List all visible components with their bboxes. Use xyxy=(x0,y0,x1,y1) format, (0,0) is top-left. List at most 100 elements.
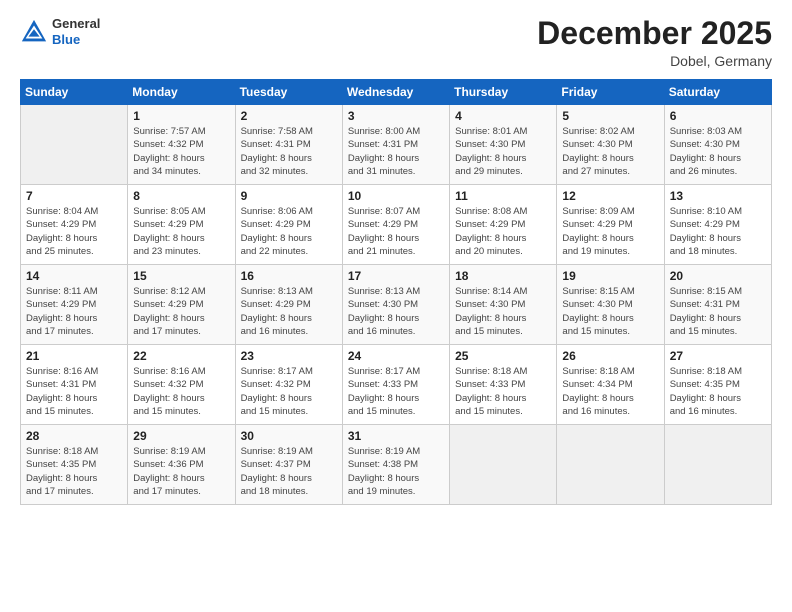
day-cell: 30 Sunrise: 8:19 AM Sunset: 4:37 PM Dayli… xyxy=(235,425,342,505)
day-info: Sunrise: 8:02 AM Sunset: 4:30 PM Dayligh… xyxy=(562,125,658,178)
day-cell: 5 Sunrise: 8:02 AM Sunset: 4:30 PM Daylig… xyxy=(557,105,664,185)
week-row-4: 21 Sunrise: 8:16 AM Sunset: 4:31 PM Dayli… xyxy=(21,345,772,425)
day-info: Sunrise: 8:13 AM Sunset: 4:30 PM Dayligh… xyxy=(348,285,444,338)
day-number: 12 xyxy=(562,189,658,203)
day-cell: 3Sunrise: 8:00 AM Sunset: 4:31 PM Daylig… xyxy=(342,105,449,185)
day-number: 21 xyxy=(26,349,122,363)
day-info: Sunrise: 8:16 AM Sunset: 4:31 PM Dayligh… xyxy=(26,365,122,418)
day-number: 29 xyxy=(133,429,229,443)
day-cell: 31Sunrise: 8:19 AM Sunset: 4:38 PM Dayli… xyxy=(342,425,449,505)
day-number: 30 xyxy=(241,429,337,443)
day-cell: 7 Sunrise: 8:04 AM Sunset: 4:29 PM Daylig… xyxy=(21,185,128,265)
calendar-table: SundayMondayTuesdayWednesdayThursdayFrid… xyxy=(20,79,772,505)
day-number: 2 xyxy=(241,109,337,123)
day-cell: 10 Sunrise: 8:07 AM Sunset: 4:29 PM Dayli… xyxy=(342,185,449,265)
day-info: Sunrise: 8:09 AM Sunset: 4:29 PM Dayligh… xyxy=(562,205,658,258)
day-info: Sunrise: 8:08 AM Sunset: 4:29 PM Dayligh… xyxy=(455,205,551,258)
header: General Blue December 2025 Dobel, German… xyxy=(20,16,772,69)
day-number: 22 xyxy=(133,349,229,363)
day-info: Sunrise: 8:18 AM Sunset: 4:35 PM Dayligh… xyxy=(26,445,122,498)
day-cell: 1 Sunrise: 7:57 AM Sunset: 4:32 PM Daylig… xyxy=(128,105,235,185)
calendar-subtitle: Dobel, Germany xyxy=(537,53,772,69)
day-number: 8 xyxy=(133,189,229,203)
day-info: Sunrise: 8:18 AM Sunset: 4:33 PM Dayligh… xyxy=(455,365,551,418)
week-row-2: 7 Sunrise: 8:04 AM Sunset: 4:29 PM Daylig… xyxy=(21,185,772,265)
day-cell: 13 Sunrise: 8:10 AM Sunset: 4:29 PM Dayli… xyxy=(664,185,771,265)
calendar-title: December 2025 xyxy=(537,16,772,51)
day-info: Sunrise: 8:03 AM Sunset: 4:30 PM Dayligh… xyxy=(670,125,766,178)
day-cell xyxy=(450,425,557,505)
logo: General Blue xyxy=(20,16,100,47)
day-info: Sunrise: 8:05 AM Sunset: 4:29 PM Dayligh… xyxy=(133,205,229,258)
day-cell: 23Sunrise: 8:17 AM Sunset: 4:32 PM Dayli… xyxy=(235,345,342,425)
day-info: Sunrise: 8:10 AM Sunset: 4:29 PM Dayligh… xyxy=(670,205,766,258)
day-info: Sunrise: 7:58 AM Sunset: 4:31 PM Dayligh… xyxy=(241,125,337,178)
day-cell: 6 Sunrise: 8:03 AM Sunset: 4:30 PM Daylig… xyxy=(664,105,771,185)
title-block: December 2025 Dobel, Germany xyxy=(537,16,772,69)
day-cell xyxy=(21,105,128,185)
day-cell: 2 Sunrise: 7:58 AM Sunset: 4:31 PM Daylig… xyxy=(235,105,342,185)
day-info: Sunrise: 8:15 AM Sunset: 4:31 PM Dayligh… xyxy=(670,285,766,338)
calendar-page: General Blue December 2025 Dobel, German… xyxy=(0,0,792,612)
day-number: 1 xyxy=(133,109,229,123)
day-number: 10 xyxy=(348,189,444,203)
day-info: Sunrise: 8:19 AM Sunset: 4:36 PM Dayligh… xyxy=(133,445,229,498)
day-number: 14 xyxy=(26,269,122,283)
logo-blue: Blue xyxy=(52,32,100,48)
day-info: Sunrise: 8:17 AM Sunset: 4:33 PM Dayligh… xyxy=(348,365,444,418)
day-number: 4 xyxy=(455,109,551,123)
weekday-monday: Monday xyxy=(128,80,235,105)
day-info: Sunrise: 8:06 AM Sunset: 4:29 PM Dayligh… xyxy=(241,205,337,258)
weekday-wednesday: Wednesday xyxy=(342,80,449,105)
day-cell: 18 Sunrise: 8:14 AM Sunset: 4:30 PM Dayli… xyxy=(450,265,557,345)
day-cell: 28 Sunrise: 8:18 AM Sunset: 4:35 PM Dayli… xyxy=(21,425,128,505)
day-cell: 16Sunrise: 8:13 AM Sunset: 4:29 PM Dayli… xyxy=(235,265,342,345)
day-info: Sunrise: 8:19 AM Sunset: 4:37 PM Dayligh… xyxy=(241,445,337,498)
week-row-3: 14Sunrise: 8:11 AM Sunset: 4:29 PM Dayli… xyxy=(21,265,772,345)
day-cell: 24Sunrise: 8:17 AM Sunset: 4:33 PM Dayli… xyxy=(342,345,449,425)
day-number: 23 xyxy=(241,349,337,363)
day-number: 6 xyxy=(670,109,766,123)
day-info: Sunrise: 8:13 AM Sunset: 4:29 PM Dayligh… xyxy=(241,285,337,338)
day-info: Sunrise: 8:07 AM Sunset: 4:29 PM Dayligh… xyxy=(348,205,444,258)
day-cell: 25 Sunrise: 8:18 AM Sunset: 4:33 PM Dayli… xyxy=(450,345,557,425)
day-number: 25 xyxy=(455,349,551,363)
day-info: Sunrise: 8:12 AM Sunset: 4:29 PM Dayligh… xyxy=(133,285,229,338)
weekday-header-row: SundayMondayTuesdayWednesdayThursdayFrid… xyxy=(21,80,772,105)
day-cell xyxy=(664,425,771,505)
day-number: 15 xyxy=(133,269,229,283)
day-number: 3 xyxy=(348,109,444,123)
weekday-tuesday: Tuesday xyxy=(235,80,342,105)
day-cell: 22 Sunrise: 8:16 AM Sunset: 4:32 PM Dayli… xyxy=(128,345,235,425)
day-info: Sunrise: 8:19 AM Sunset: 4:38 PM Dayligh… xyxy=(348,445,444,498)
day-cell: 4Sunrise: 8:01 AM Sunset: 4:30 PM Daylig… xyxy=(450,105,557,185)
day-number: 13 xyxy=(670,189,766,203)
day-info: Sunrise: 8:18 AM Sunset: 4:34 PM Dayligh… xyxy=(562,365,658,418)
day-info: Sunrise: 7:57 AM Sunset: 4:32 PM Dayligh… xyxy=(133,125,229,178)
day-cell: 14Sunrise: 8:11 AM Sunset: 4:29 PM Dayli… xyxy=(21,265,128,345)
day-cell: 20 Sunrise: 8:15 AM Sunset: 4:31 PM Dayli… xyxy=(664,265,771,345)
day-number: 28 xyxy=(26,429,122,443)
week-row-1: 1 Sunrise: 7:57 AM Sunset: 4:32 PM Daylig… xyxy=(21,105,772,185)
day-cell: 9Sunrise: 8:06 AM Sunset: 4:29 PM Daylig… xyxy=(235,185,342,265)
day-cell: 11Sunrise: 8:08 AM Sunset: 4:29 PM Dayli… xyxy=(450,185,557,265)
day-cell xyxy=(557,425,664,505)
day-number: 20 xyxy=(670,269,766,283)
day-cell: 27Sunrise: 8:18 AM Sunset: 4:35 PM Dayli… xyxy=(664,345,771,425)
day-cell: 21 Sunrise: 8:16 AM Sunset: 4:31 PM Dayli… xyxy=(21,345,128,425)
day-number: 7 xyxy=(26,189,122,203)
weekday-thursday: Thursday xyxy=(450,80,557,105)
day-info: Sunrise: 8:16 AM Sunset: 4:32 PM Dayligh… xyxy=(133,365,229,418)
day-cell: 26Sunrise: 8:18 AM Sunset: 4:34 PM Dayli… xyxy=(557,345,664,425)
day-info: Sunrise: 8:04 AM Sunset: 4:29 PM Dayligh… xyxy=(26,205,122,258)
day-number: 17 xyxy=(348,269,444,283)
day-info: Sunrise: 8:14 AM Sunset: 4:30 PM Dayligh… xyxy=(455,285,551,338)
day-number: 5 xyxy=(562,109,658,123)
day-cell: 8 Sunrise: 8:05 AM Sunset: 4:29 PM Daylig… xyxy=(128,185,235,265)
day-number: 18 xyxy=(455,269,551,283)
weekday-sunday: Sunday xyxy=(21,80,128,105)
weekday-friday: Friday xyxy=(557,80,664,105)
day-number: 19 xyxy=(562,269,658,283)
day-cell: 19Sunrise: 8:15 AM Sunset: 4:30 PM Dayli… xyxy=(557,265,664,345)
logo-general: General xyxy=(52,16,100,32)
